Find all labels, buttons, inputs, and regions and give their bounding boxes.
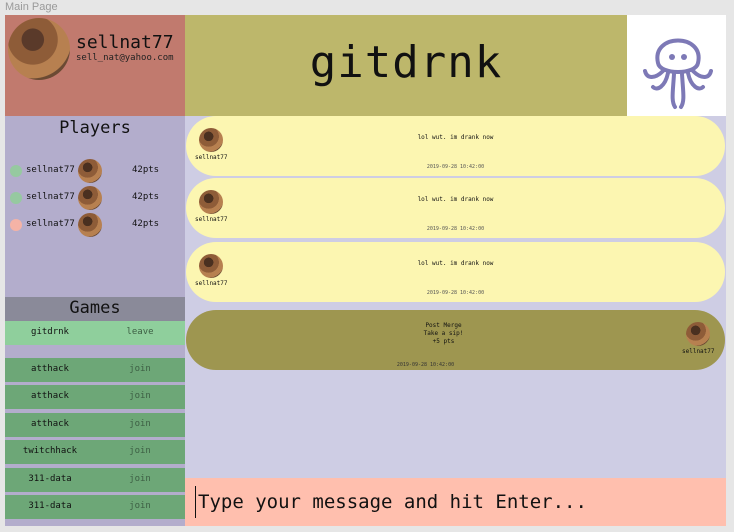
logo	[627, 15, 726, 116]
game-row[interactable]: 311-data join	[5, 468, 185, 492]
app-root: sellnat77 sell_nat@yahoo.com gitdrnk Pla…	[5, 15, 726, 526]
status-dot-icon	[10, 165, 22, 177]
game-row[interactable]: atthack join	[5, 413, 185, 437]
message-author: sellnat77	[195, 154, 228, 161]
message-timestamp: 2019-09-28 10:42:00	[426, 164, 485, 170]
game-name: 311-data	[28, 474, 72, 484]
message-author: sellnat77	[195, 216, 228, 223]
event-points: +5 pts	[432, 338, 455, 345]
chat-message: sellnat77 lol wut. im drank now 2019-09-…	[186, 242, 725, 302]
chat-feed[interactable]: sellnat77 lol wut. im drank now 2019-09-…	[185, 116, 726, 478]
chat-message: sellnat77 lol wut. im drank now 2019-09-…	[186, 116, 725, 176]
frame-label: Main Page	[5, 1, 58, 13]
game-name: 311-data	[28, 501, 72, 511]
chat-message: sellnat77 lol wut. im drank now 2019-09-…	[186, 178, 725, 238]
game-row[interactable]: 311-data join	[5, 495, 185, 519]
profile-email: sell_nat@yahoo.com	[76, 53, 174, 63]
game-name: atthack	[31, 391, 69, 401]
join-button[interactable]: join	[105, 501, 175, 511]
avatar	[78, 159, 102, 183]
player-row[interactable]: sellnat77 42pts	[5, 212, 185, 238]
status-dot-icon	[10, 219, 22, 231]
player-name: sellnat77	[26, 219, 75, 229]
app-header: gitdrnk	[185, 15, 627, 116]
status-dot-icon	[10, 192, 22, 204]
message-text: lol wut. im drank now	[417, 134, 494, 141]
game-name: atthack	[31, 364, 69, 374]
join-button[interactable]: join	[105, 419, 175, 429]
players-panel: Players sellnat77 42pts sellnat77 42pts …	[5, 116, 185, 297]
player-points: 42pts	[132, 219, 160, 229]
message-text: lol wut. im drank now	[417, 196, 494, 203]
game-name: gitdrnk	[31, 327, 69, 337]
join-button[interactable]: join	[105, 391, 175, 401]
avatar	[78, 186, 102, 210]
leave-button[interactable]: leave	[105, 327, 175, 337]
player-points: 42pts	[132, 165, 160, 175]
event-message: Post Merge Take a sip! +5 pts sellnat77 …	[186, 310, 725, 370]
octopus-icon	[643, 38, 713, 109]
message-timestamp: 2019-09-28 10:42:00	[426, 290, 485, 296]
profile-card: sellnat77 sell_nat@yahoo.com	[5, 15, 185, 116]
avatar[interactable]	[8, 18, 70, 80]
avatar	[686, 322, 710, 346]
event-instruction: Take a sip!	[423, 330, 464, 337]
avatar	[78, 213, 102, 237]
game-row[interactable]: twitchhack join	[5, 440, 185, 464]
event-title: Post Merge	[425, 322, 462, 329]
message-timestamp: 2019-09-28 10:42:00	[396, 362, 455, 368]
game-row-active[interactable]: gitdrnk leave	[5, 321, 185, 345]
player-points: 42pts	[132, 192, 160, 202]
player-row[interactable]: sellnat77 42pts	[5, 158, 185, 184]
message-author: sellnat77	[682, 348, 715, 355]
game-name: twitchhack	[22, 446, 78, 456]
composer	[185, 478, 726, 526]
join-button[interactable]: join	[105, 364, 175, 374]
player-row[interactable]: sellnat77 42pts	[5, 185, 185, 211]
join-button[interactable]: join	[105, 474, 175, 484]
player-name: sellnat77	[26, 165, 75, 175]
game-row[interactable]: atthack join	[5, 358, 185, 382]
game-name: atthack	[31, 419, 69, 429]
games-header: Games	[5, 297, 185, 321]
game-row[interactable]: atthack join	[5, 385, 185, 409]
message-text: lol wut. im drank now	[417, 260, 494, 267]
player-name: sellnat77	[26, 192, 75, 202]
games-title: Games	[69, 298, 121, 318]
app-title: gitdrnk	[309, 37, 503, 88]
players-title: Players	[59, 118, 131, 138]
message-author: sellnat77	[195, 280, 228, 287]
profile-username: sellnat77	[76, 32, 174, 53]
message-timestamp: 2019-09-28 10:42:00	[426, 226, 485, 232]
join-button[interactable]: join	[105, 446, 175, 456]
message-input[interactable]	[195, 486, 715, 518]
